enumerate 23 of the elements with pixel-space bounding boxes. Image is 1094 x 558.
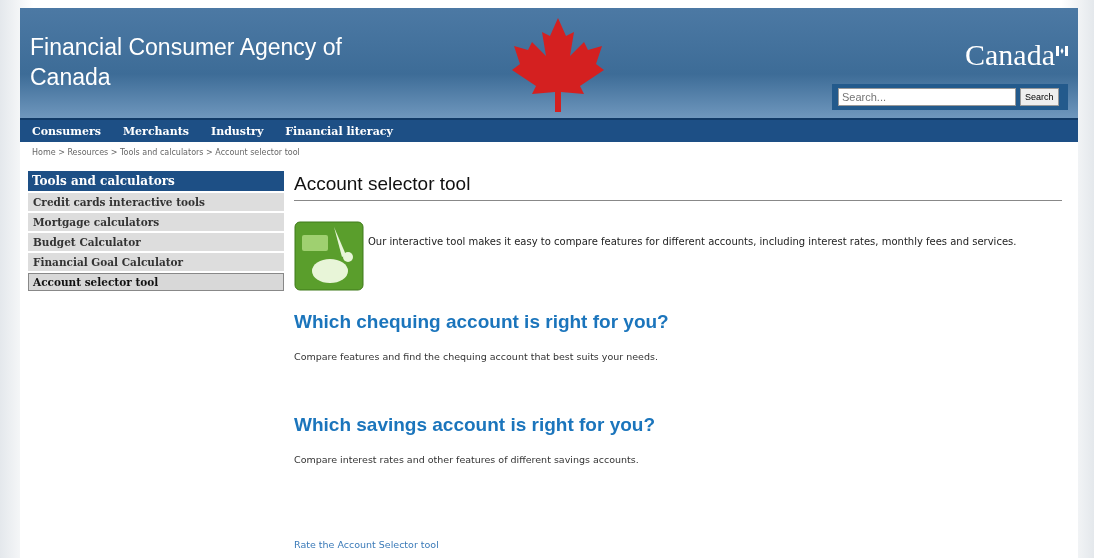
- sidebar-item[interactable]: Credit cards interactive tools: [28, 193, 284, 211]
- sidebar-item[interactable]: Financial Goal Calculator: [28, 253, 284, 271]
- sidebar-title: Tools and calculators: [28, 171, 284, 191]
- search-button[interactable]: Search: [1020, 88, 1059, 106]
- section-text: Compare features and find the chequing account that best suits your needs.: [294, 351, 659, 362]
- sidebar-item[interactable]: Account selector tool: [28, 273, 284, 291]
- nav-link[interactable]: Industry: [211, 124, 264, 138]
- breadcrumb: Home > Resources > Tools and calculators > Account selector tool: [31, 147, 301, 159]
- sidebar-item[interactable]: Budget Calculator: [28, 233, 284, 251]
- sidebar-item[interactable]: Mortgage calculators: [28, 213, 284, 231]
- page-title: Account selector tool: [294, 171, 1062, 201]
- nav-link[interactable]: Financial literacy: [285, 124, 393, 138]
- canada-wordmark: Canada: [965, 38, 1055, 72]
- nav-link[interactable]: Consumers: [32, 124, 101, 138]
- nav-link[interactable]: Merchants: [122, 124, 189, 138]
- section-heading-link[interactable]: Which chequing account is right for you?: [294, 311, 1062, 333]
- section-text: Compare interest rates and other features of different savings accounts.: [294, 454, 640, 465]
- intro-text: Our interactive tool makes it easy to compare features for different accounts, including interest rates, monthly fees and services.: [368, 235, 1017, 249]
- rate-link[interactable]: Rate the Account Selector tool: [294, 517, 1062, 550]
- section-heading-link[interactable]: Which savings account is right for you?: [294, 414, 1062, 436]
- agency-name: Financial Consumer Agency of Canada: [30, 33, 343, 92]
- flag-icon: [1056, 46, 1068, 56]
- search-field[interactable]: Search...: [838, 88, 1016, 106]
